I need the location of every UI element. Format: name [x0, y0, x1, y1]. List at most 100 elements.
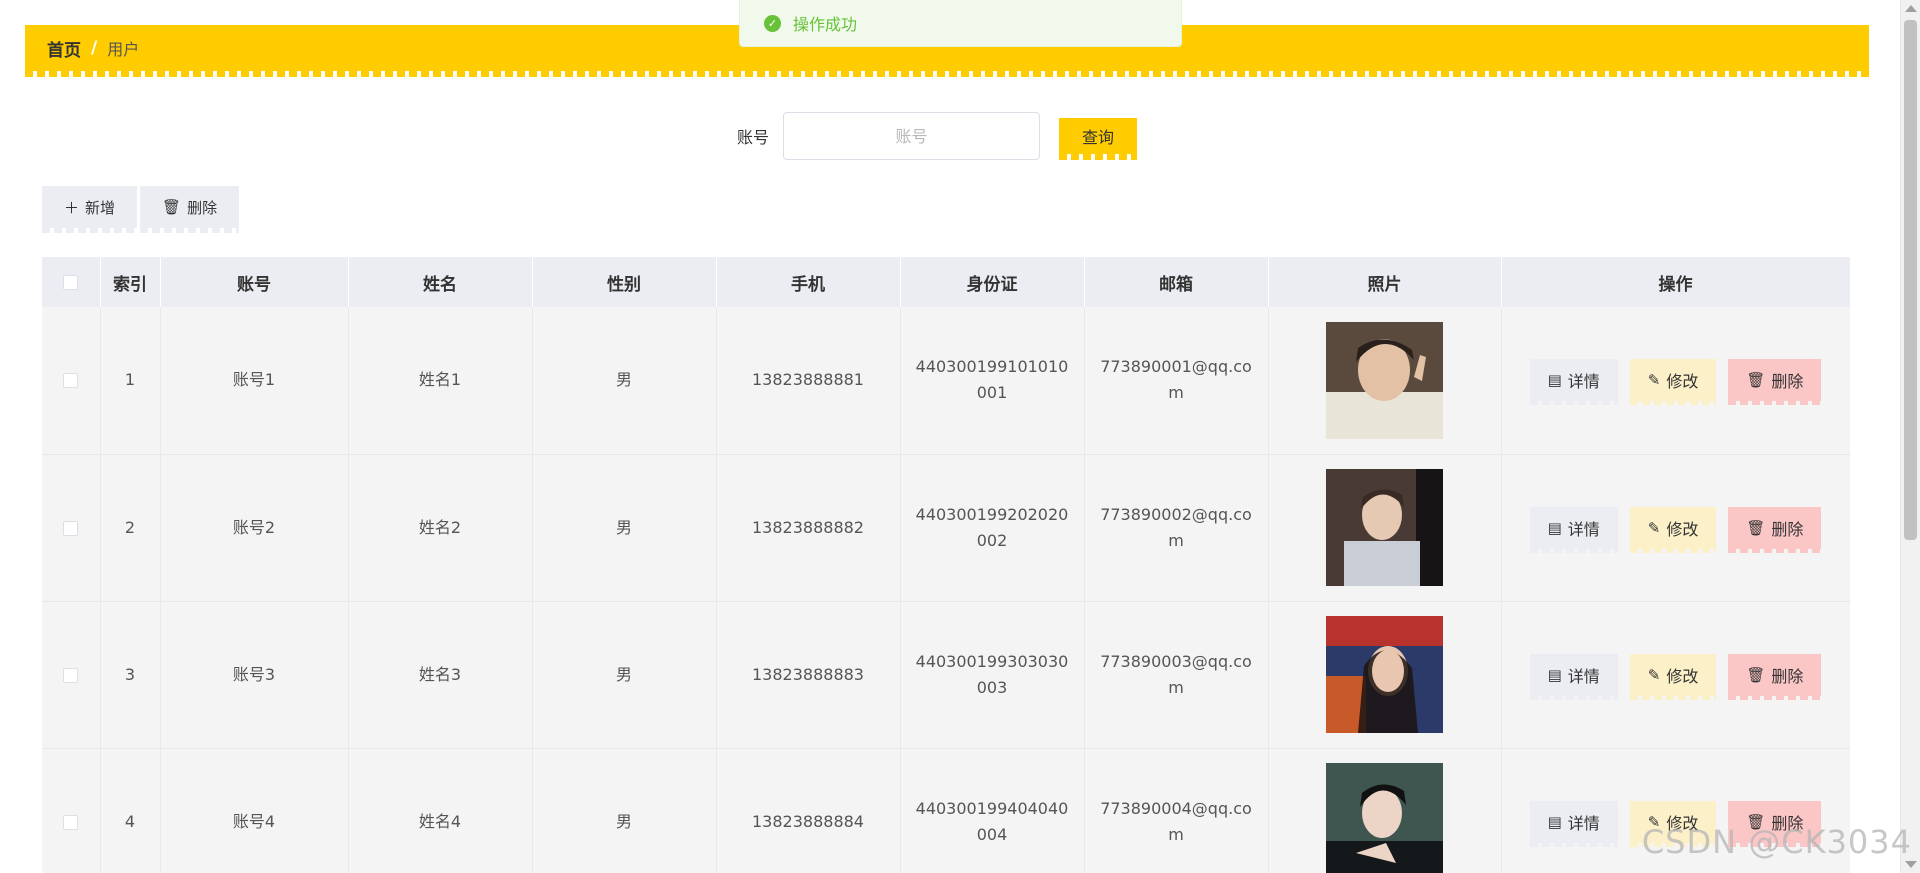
- scroll-down-arrow-icon[interactable]: [1905, 861, 1917, 868]
- row-checkbox[interactable]: [63, 373, 79, 389]
- batch-delete-button[interactable]: 🗑 删除: [140, 186, 240, 233]
- document-icon: ▤: [1547, 812, 1562, 831]
- detail-button[interactable]: ▤ 详情: [1529, 359, 1618, 406]
- toast-message: 操作成功: [793, 15, 858, 34]
- row-select-cell: [42, 748, 101, 873]
- cell-photo: [1268, 307, 1502, 455]
- select-all-checkbox[interactable]: [63, 274, 79, 290]
- edit-button[interactable]: ✎ 修改: [1629, 359, 1717, 406]
- detail-button[interactable]: ▤ 详情: [1529, 653, 1618, 700]
- detail-button[interactable]: ▤ 详情: [1529, 506, 1618, 553]
- row-select-cell: [42, 601, 101, 749]
- cell-account: 账号2: [160, 454, 349, 602]
- row-checkbox[interactable]: [63, 520, 79, 536]
- table-row: 4 账号4 姓名4 男 13823888884 4403001994040400…: [42, 748, 1850, 873]
- cell-email: 773890002@qq.com: [1084, 454, 1269, 602]
- add-button[interactable]: ＋ 新增: [42, 186, 138, 233]
- search-account-label: 账号: [737, 128, 770, 147]
- row-checkbox[interactable]: [63, 667, 79, 683]
- header-name: 姓名: [348, 257, 533, 307]
- document-icon: ▤: [1547, 665, 1562, 684]
- cell-id-card: 440300199404040004: [900, 748, 1085, 873]
- edit-button[interactable]: ✎ 修改: [1629, 506, 1717, 553]
- cell-operations: ▤ 详情 ✎ 修改 🗑 删除: [1501, 601, 1850, 749]
- cell-phone: 13823888883: [716, 601, 901, 749]
- cell-operations: ▤ 详情 ✎ 修改 🗑 删除: [1501, 307, 1850, 455]
- delete-button[interactable]: 🗑 删除: [1728, 506, 1822, 553]
- edit-label: 修改: [1666, 519, 1699, 539]
- cell-email: 773890001@qq.com: [1084, 307, 1269, 455]
- trash-icon: 🗑: [1746, 371, 1766, 390]
- success-check-icon: ✓: [764, 14, 781, 32]
- cell-phone: 13823888882: [716, 454, 901, 602]
- cell-gender: 男: [532, 454, 717, 602]
- table-actions: ＋ 新增 🗑 删除: [42, 186, 240, 233]
- query-button[interactable]: 查询: [1059, 118, 1138, 160]
- cell-id-card: 440300199101010001: [900, 307, 1085, 455]
- breadcrumb-current: 用户: [107, 40, 140, 59]
- plus-icon: ＋: [64, 198, 80, 217]
- delete-label: 删除: [1771, 666, 1804, 686]
- row-select-cell: [42, 307, 101, 455]
- cell-account: 账号1: [160, 307, 349, 455]
- cell-gender: 男: [532, 748, 717, 873]
- vertical-scrollbar[interactable]: [1900, 0, 1920, 873]
- delete-button[interactable]: 🗑 删除: [1728, 359, 1822, 406]
- search-account-input[interactable]: [783, 112, 1041, 160]
- row-checkbox[interactable]: [63, 814, 79, 830]
- cell-email: 773890003@qq.com: [1084, 601, 1269, 749]
- cell-account: 账号3: [160, 601, 349, 749]
- cell-index: 4: [100, 748, 161, 873]
- delete-button[interactable]: 🗑 删除: [1728, 653, 1822, 700]
- watermark: CSDN @CK3034: [1641, 823, 1912, 861]
- cell-account: 账号4: [160, 748, 349, 873]
- cell-index: 2: [100, 454, 161, 602]
- table-header-row: 索引 账号 姓名 性别 手机 身份证 邮箱 照片 操作: [42, 257, 1850, 307]
- cell-gender: 男: [532, 601, 717, 749]
- success-toast: ✓ 操作成功: [739, 0, 1182, 47]
- cell-name: 姓名2: [348, 454, 533, 602]
- cell-phone: 13823888881: [716, 307, 901, 455]
- pencil-icon: ✎: [1647, 518, 1661, 537]
- detail-label: 详情: [1567, 372, 1600, 392]
- header-select-all[interactable]: [42, 257, 101, 307]
- header-operations: 操作: [1501, 257, 1850, 307]
- add-button-label: 新增: [85, 198, 116, 217]
- table-row: 2 账号2 姓名2 男 13823888882 4403001992020200…: [42, 454, 1850, 602]
- cell-index: 1: [100, 307, 161, 455]
- trash-icon: 🗑: [162, 198, 182, 216]
- document-icon: ▤: [1547, 371, 1562, 390]
- cell-name: 姓名1: [348, 307, 533, 455]
- header-gender: 性别: [532, 257, 717, 307]
- edit-label: 修改: [1666, 666, 1699, 686]
- document-icon: ▤: [1547, 518, 1562, 537]
- cell-photo: [1268, 454, 1502, 602]
- cell-operations: ▤ 详情 ✎ 修改 🗑 删除: [1501, 454, 1850, 602]
- cell-photo: [1268, 601, 1502, 749]
- scrollbar-thumb[interactable]: [1904, 20, 1917, 540]
- detail-label: 详情: [1567, 519, 1600, 539]
- trash-icon: 🗑: [1746, 665, 1766, 684]
- header-photo: 照片: [1268, 257, 1502, 307]
- batch-delete-label: 删除: [187, 198, 218, 217]
- cell-index: 3: [100, 601, 161, 749]
- detail-button[interactable]: ▤ 详情: [1529, 800, 1618, 847]
- table-row: 1 账号1 姓名1 男 13823888881 4403001991010100…: [42, 307, 1850, 455]
- cell-photo: [1268, 748, 1502, 873]
- pencil-icon: ✎: [1647, 371, 1661, 390]
- cell-id-card: 440300199202020002: [900, 454, 1085, 602]
- search-form: 账号 查询: [737, 112, 1138, 160]
- trash-icon: 🗑: [1746, 518, 1766, 537]
- cell-id-card: 440300199303030003: [900, 601, 1085, 749]
- cell-name: 姓名3: [348, 601, 533, 749]
- detail-label: 详情: [1567, 813, 1600, 833]
- breadcrumb-home-link[interactable]: 首页: [47, 36, 81, 61]
- scroll-up-arrow-icon[interactable]: [1905, 5, 1917, 12]
- cell-email: 773890004@qq.com: [1084, 748, 1269, 873]
- breadcrumb-separator: /: [91, 38, 98, 58]
- edit-button[interactable]: ✎ 修改: [1629, 653, 1717, 700]
- header-email: 邮箱: [1084, 257, 1269, 307]
- delete-label: 删除: [1771, 519, 1804, 539]
- pencil-icon: ✎: [1647, 665, 1661, 684]
- user-photo: [1326, 763, 1443, 873]
